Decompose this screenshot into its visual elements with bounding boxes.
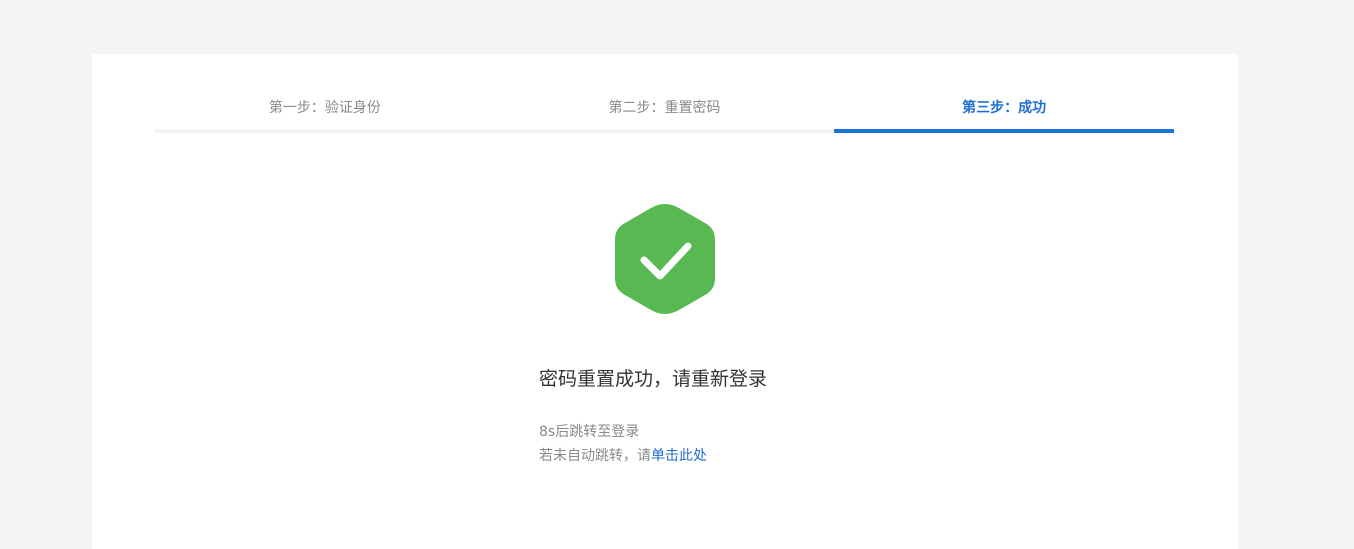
success-message: 密码重置成功，请重新登录 <box>539 368 768 390</box>
step-progress-bar <box>155 129 495 133</box>
fallback-text: 若未自动跳转，请 <box>539 448 651 464</box>
step-label: 第二步：重置密码 <box>608 100 721 116</box>
success-check-icon <box>615 204 715 314</box>
step-progress: 第一步：验证身份 第二步：重置密码 第三步：成功 <box>155 94 1175 134</box>
step-progress-bar <box>494 129 835 133</box>
step-label: 第三步：成功 <box>962 100 1047 116</box>
step-label: 第一步：验证身份 <box>268 100 381 116</box>
reset-password-card: 第一步：验证身份 第二步：重置密码 第三步：成功 密码重置成功，请重新登录 8s… <box>92 54 1238 549</box>
click-here-link[interactable]: 单击此处 <box>651 448 707 464</box>
step-reset-password: 第二步：重置密码 <box>494 94 835 134</box>
redirect-countdown: 8s后跳转至登录 <box>539 424 640 440</box>
redirect-fallback: 若未自动跳转，请单击此处 <box>539 445 707 467</box>
step-verify-identity: 第一步：验证身份 <box>155 94 495 134</box>
step-success: 第三步：成功 <box>834 94 1175 134</box>
step-progress-bar <box>834 129 1175 133</box>
